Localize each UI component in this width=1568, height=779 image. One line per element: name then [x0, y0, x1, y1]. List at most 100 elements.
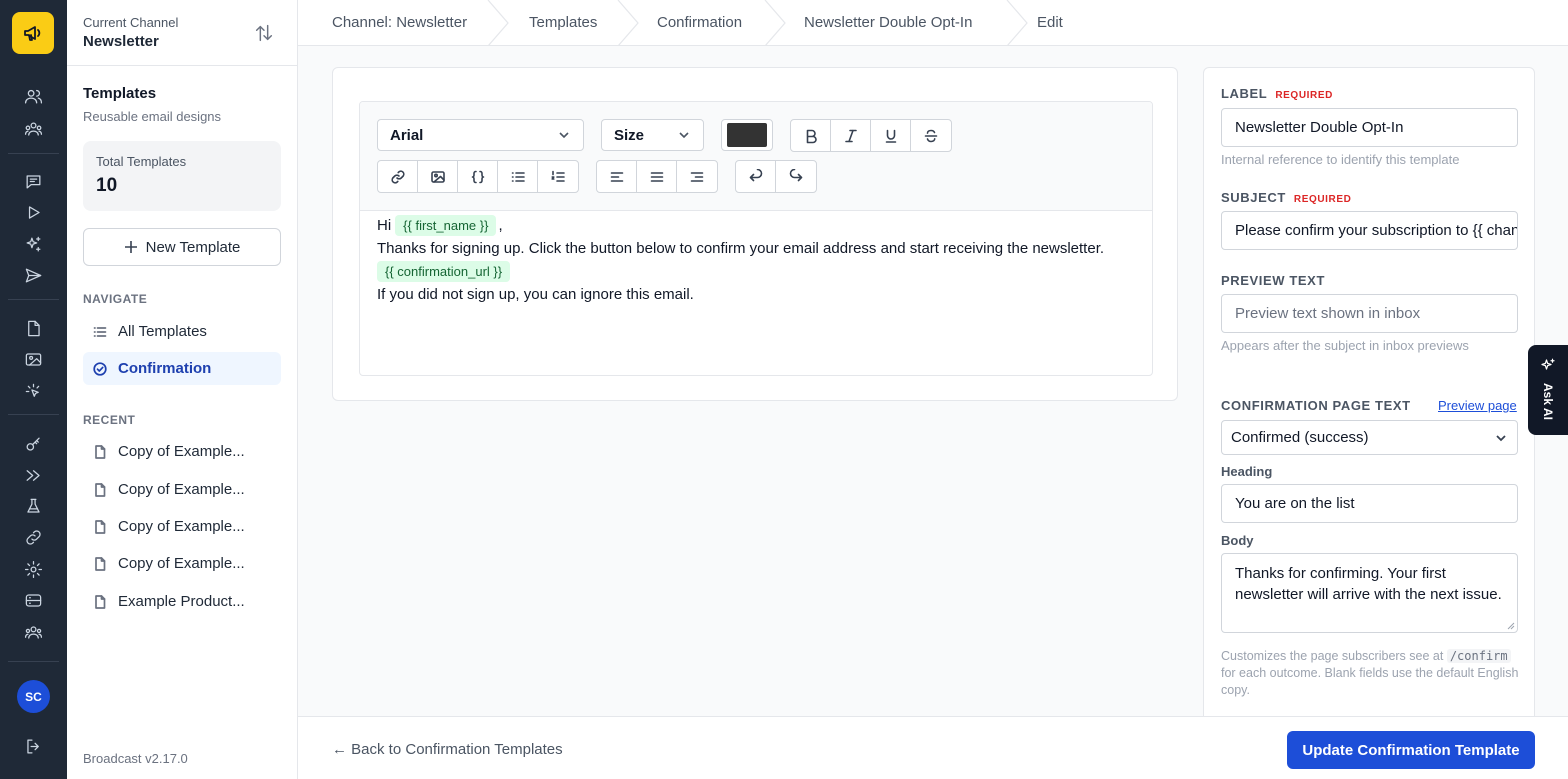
- editor-footer: ← Back to Confirmation Templates Update …: [298, 716, 1568, 779]
- channel-switcher[interactable]: Current Channel Newsletter: [67, 0, 297, 66]
- logout-icon[interactable]: [21, 734, 45, 758]
- insert-variable-button[interactable]: [458, 161, 498, 192]
- play-icon[interactable]: [21, 200, 45, 224]
- align-left-icon: [610, 171, 623, 182]
- heading-input[interactable]: You are on the list: [1221, 484, 1518, 523]
- breadcrumb-templates[interactable]: Templates: [529, 14, 597, 31]
- undo-button[interactable]: [736, 161, 776, 192]
- underline-button[interactable]: [871, 120, 911, 151]
- document-icon[interactable]: [21, 316, 45, 340]
- label-field-title: LABEL REQUIRED: [1221, 86, 1333, 101]
- subject-input[interactable]: Please confirm your subscription to {{ c…: [1221, 211, 1518, 250]
- label-input[interactable]: Newsletter Double Opt-In: [1221, 108, 1518, 147]
- resize-handle-icon[interactable]: [1507, 622, 1515, 630]
- confirmation-url-variable-tag[interactable]: {{ confirmation_url }}: [377, 261, 511, 282]
- greeting-text: Hi: [377, 217, 392, 234]
- recent-template-item[interactable]: Copy of Example...: [83, 473, 281, 506]
- gear-icon[interactable]: [21, 557, 45, 581]
- image-icon: [430, 170, 445, 183]
- channel-label: Current Channel: [83, 15, 179, 30]
- first-name-variable-tag[interactable]: {{ first_name }}: [395, 215, 497, 236]
- align-left-button[interactable]: [597, 161, 637, 192]
- insert-link-button[interactable]: [378, 161, 418, 192]
- breadcrumb-edit: Edit: [1037, 14, 1063, 31]
- underline-icon: [885, 129, 896, 143]
- navigate-heading: NAVIGATE: [83, 292, 148, 306]
- preview-page-link[interactable]: Preview page: [1438, 398, 1517, 413]
- subject-field-title: SUBJECT REQUIRED: [1221, 190, 1351, 205]
- align-button-group: [596, 160, 718, 193]
- update-template-button[interactable]: Update Confirmation Template: [1287, 731, 1535, 769]
- sidebar-title: Templates: [83, 85, 157, 102]
- redo-button[interactable]: [776, 161, 816, 192]
- preview-text-title: PREVIEW TEXT: [1221, 273, 1325, 288]
- sidebar-item-confirmation[interactable]: Confirmation: [83, 352, 281, 385]
- align-center-button[interactable]: [637, 161, 677, 192]
- send-icon[interactable]: [21, 263, 45, 287]
- sidebar-item-all-templates[interactable]: All Templates: [83, 315, 281, 348]
- align-right-button[interactable]: [677, 161, 717, 192]
- outcome-select[interactable]: Confirmed (success): [1221, 420, 1518, 455]
- history-button-group: [735, 160, 817, 193]
- recent-item-label: Copy of Example...: [118, 481, 245, 498]
- greeting-comma: ,: [498, 217, 503, 234]
- font-family-select[interactable]: Arial: [377, 119, 584, 151]
- format-button-group: [790, 119, 952, 152]
- recent-template-item[interactable]: Copy of Example...: [83, 547, 281, 580]
- font-size-select[interactable]: Size: [601, 119, 704, 151]
- subscribers-icon[interactable]: [21, 84, 45, 108]
- back-to-templates-link[interactable]: ← Back to Confirmation Templates: [332, 741, 563, 758]
- team-icon[interactable]: [21, 620, 45, 644]
- image-icon[interactable]: [21, 347, 45, 371]
- breadcrumb-template-name[interactable]: Newsletter Double Opt-In: [804, 14, 972, 31]
- segments-icon[interactable]: [21, 117, 45, 141]
- recent-template-item[interactable]: Copy of Example...: [83, 435, 281, 468]
- strikethrough-button[interactable]: [911, 120, 951, 151]
- database-icon[interactable]: [21, 588, 45, 612]
- numbered-list-icon: [551, 170, 565, 182]
- recent-item-label: Copy of Example...: [118, 443, 245, 460]
- body-textarea[interactable]: Thanks for confirming. Your first newsle…: [1221, 553, 1518, 633]
- click-icon[interactable]: [21, 379, 45, 403]
- font-family-value: Arial: [390, 126, 424, 144]
- breadcrumb-confirmation[interactable]: Confirmation: [657, 14, 742, 31]
- chevron-down-icon: [559, 132, 569, 139]
- label-title-text: LABEL: [1221, 86, 1268, 101]
- bold-button[interactable]: [791, 120, 831, 151]
- switch-channel-icon[interactable]: [253, 22, 277, 44]
- key-icon[interactable]: [21, 432, 45, 456]
- recent-template-item[interactable]: Copy of Example...: [83, 510, 281, 543]
- italic-button[interactable]: [831, 120, 871, 151]
- editor-toolbar: Arial Size: [360, 102, 1152, 211]
- recent-template-item[interactable]: Example Product...: [83, 585, 281, 618]
- link-icon: [390, 169, 405, 184]
- insert-image-button[interactable]: [418, 161, 458, 192]
- breadcrumb-separator: [616, 0, 642, 47]
- document-icon: [95, 444, 106, 459]
- preview-text-input[interactable]: Preview text shown in inbox: [1221, 294, 1518, 333]
- document-icon: [95, 594, 106, 609]
- forward-icon[interactable]: [21, 463, 45, 487]
- document-icon: [95, 556, 106, 571]
- bullet-list-button[interactable]: [498, 161, 538, 192]
- breadcrumb-channel[interactable]: Channel: Newsletter: [332, 14, 467, 31]
- flask-icon[interactable]: [21, 494, 45, 518]
- numbered-list-button[interactable]: [538, 161, 578, 192]
- new-template-button[interactable]: New Template: [83, 228, 281, 266]
- outcome-select-value: Confirmed (success): [1231, 429, 1369, 446]
- stat-label: Total Templates: [96, 154, 187, 169]
- confirmation-line: {{ confirmation_url }}: [377, 260, 1147, 283]
- text-color-picker[interactable]: [721, 119, 773, 151]
- ask-ai-button[interactable]: Ask AI: [1528, 345, 1568, 435]
- link-icon[interactable]: [21, 525, 45, 549]
- message-icon[interactable]: [21, 169, 45, 193]
- user-avatar[interactable]: SC: [17, 680, 50, 713]
- template-settings-panel: LABEL REQUIRED Newsletter Double Opt-In I…: [1203, 67, 1535, 727]
- recent-item-label: Copy of Example...: [118, 518, 245, 535]
- megaphone-logo-icon[interactable]: [12, 12, 54, 54]
- sparkles-icon[interactable]: [21, 232, 45, 256]
- confirmation-help-text: Customizes the page subscribers see at /…: [1221, 648, 1521, 699]
- redo-icon: [789, 168, 803, 181]
- editor-content[interactable]: Hi {{ first_name }} , Thanks for signing…: [377, 214, 1147, 306]
- align-right-icon: [690, 171, 704, 182]
